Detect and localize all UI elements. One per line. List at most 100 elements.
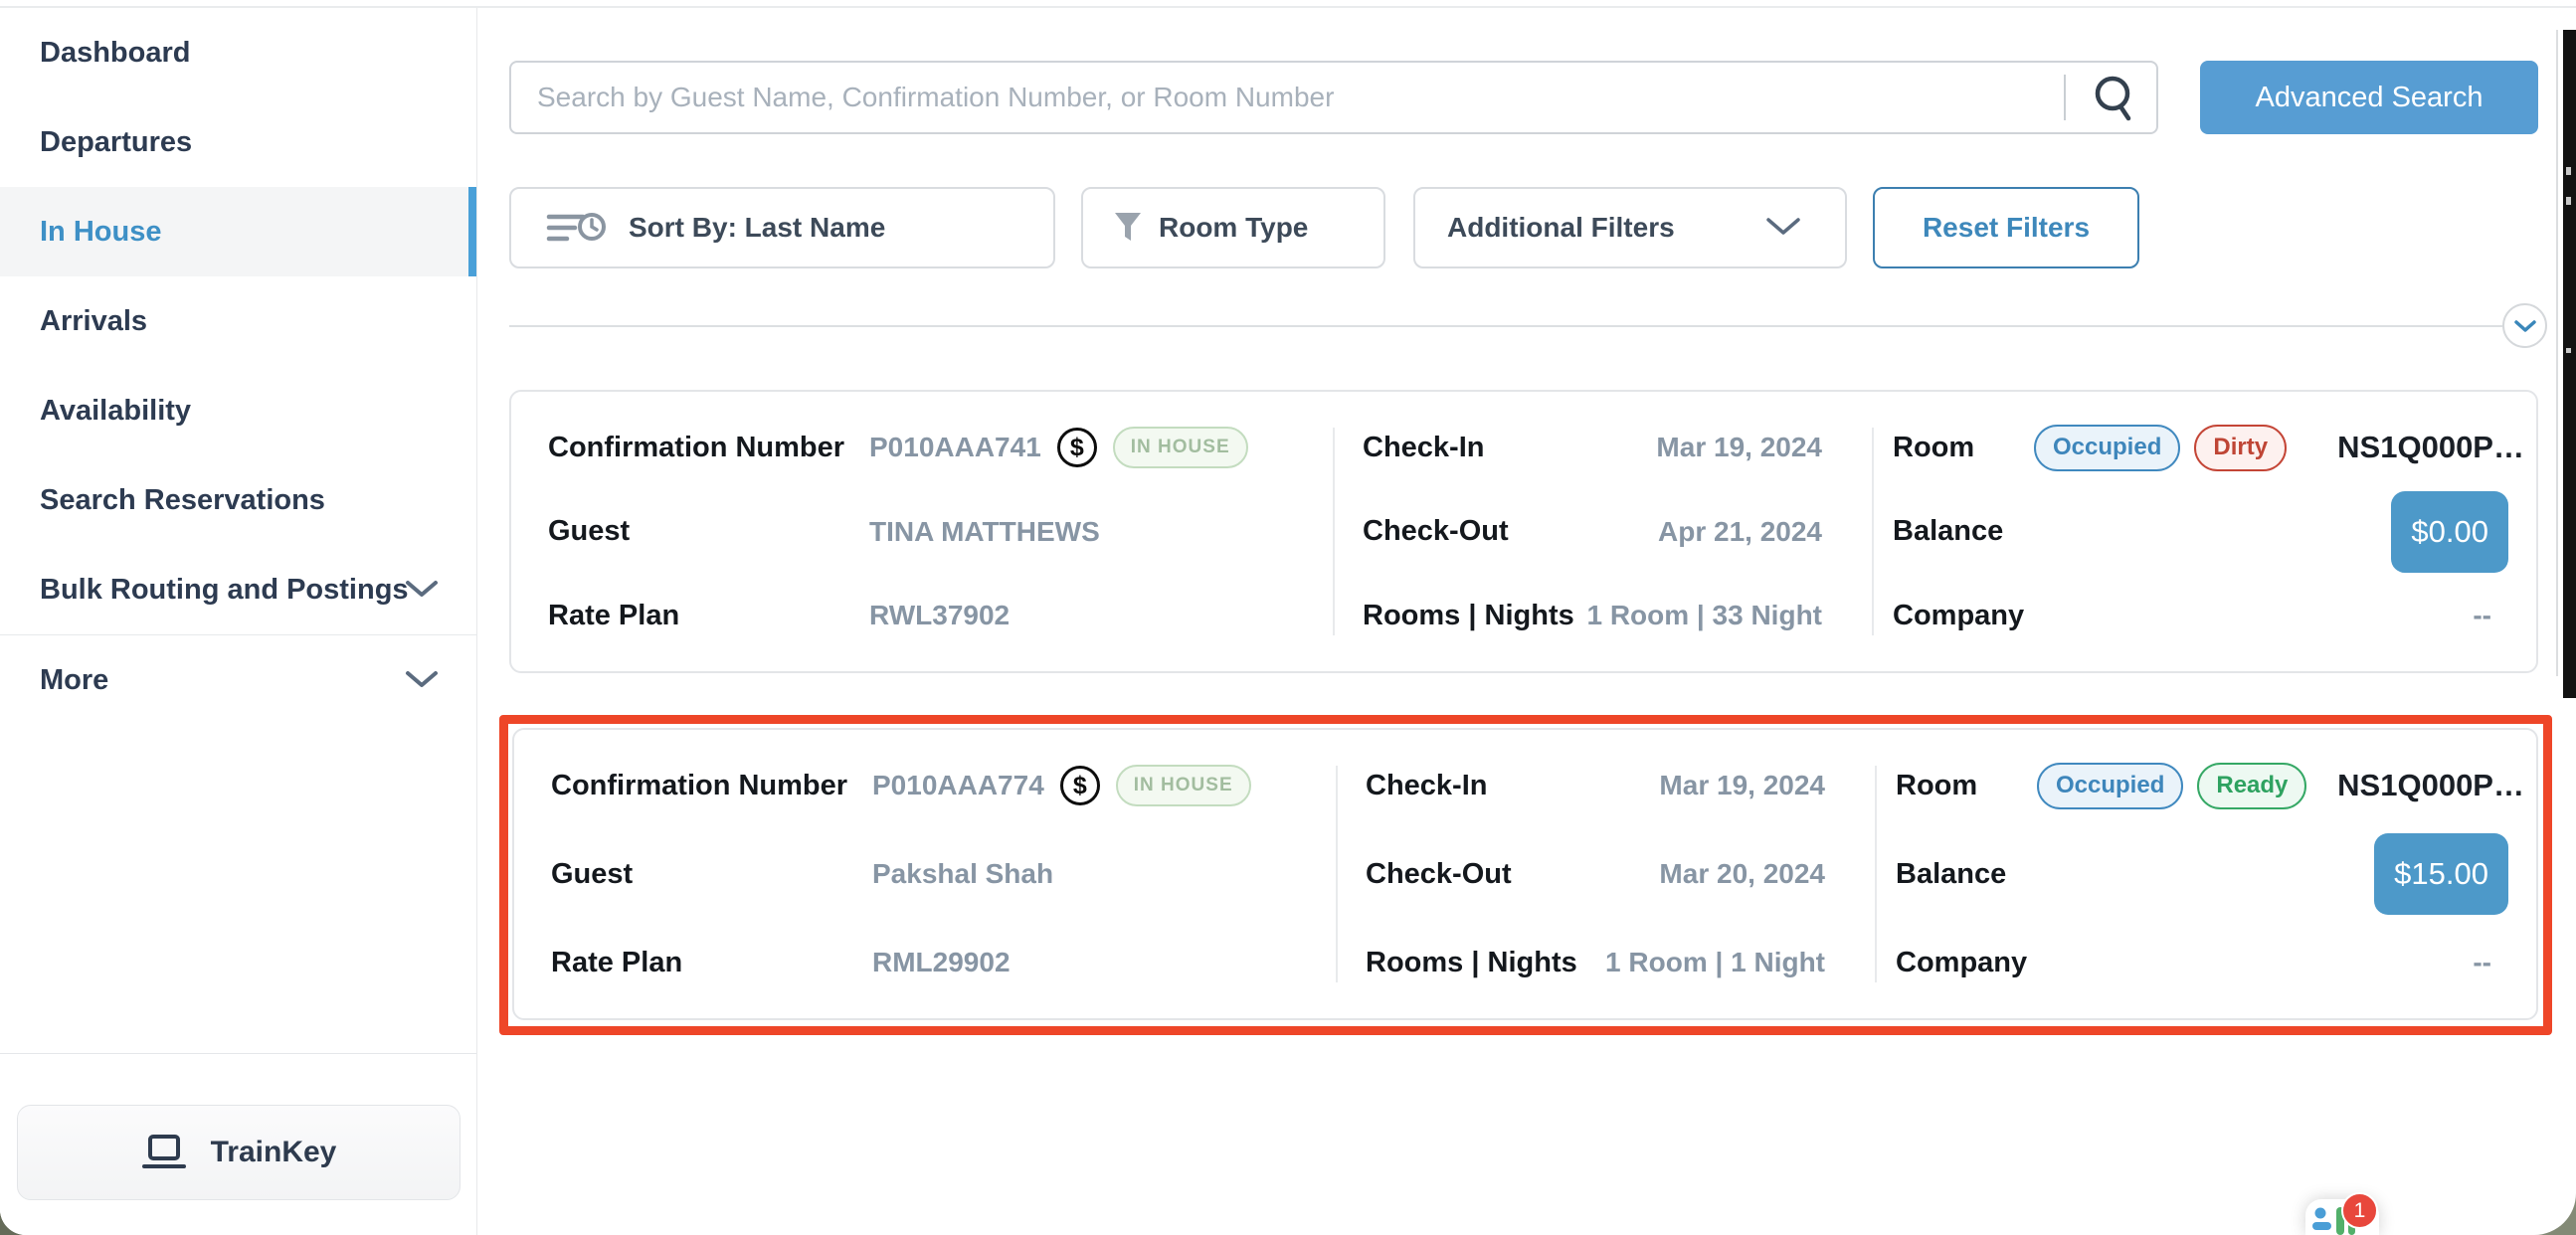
window-edge-line <box>2556 30 2558 676</box>
sort-by-button[interactable]: Sort By: Last Name <box>509 187 1055 268</box>
balance-row: Balance $0.00 <box>1893 491 2536 573</box>
additional-filters-dropdown[interactable]: Additional Filters <box>1413 187 1847 268</box>
guest-label: Guest <box>548 515 869 548</box>
rate-plan-label: Rate Plan <box>551 947 872 979</box>
confirmation-label: Confirmation Number <box>548 432 869 464</box>
room-row: Room Occupied Dirty NS1Q000P… <box>1893 420 2536 475</box>
room-type-button[interactable]: Room Type <box>1081 187 1385 268</box>
advanced-search-button[interactable]: Advanced Search <box>2200 61 2538 134</box>
laptop-icon <box>141 1134 187 1171</box>
sidebar-item-arrivals[interactable]: Arrivals <box>0 276 476 366</box>
rate-plan-value: RML29902 <box>872 947 1011 978</box>
rooms-nights-label: Rooms | Nights <box>1366 947 1577 979</box>
filter-funnel-icon <box>1113 211 1143 245</box>
rate-plan-label: Rate Plan <box>548 600 869 632</box>
balance-button[interactable]: $15.00 <box>2374 833 2508 915</box>
guest-value: TINA MATTHEWS <box>869 516 1100 548</box>
confirmation-row: Confirmation Number P010AAA774 $ IN HOUS… <box>551 758 1336 813</box>
sidebar-item-more[interactable]: More <box>0 635 476 725</box>
rooms-nights-value: 1 Room | 33 Night <box>1586 600 1822 631</box>
status-badge: IN HOUSE <box>1116 765 1251 806</box>
check-out-value: Mar 20, 2024 <box>1659 858 1825 890</box>
company-row: Company -- <box>1896 935 2536 990</box>
card-room-column: Room Occupied Dirty NS1Q000P… Balance $0… <box>1872 392 2536 671</box>
additional-filters-label: Additional Filters <box>1447 212 1675 244</box>
trainkey-button[interactable]: TrainKey <box>17 1105 460 1200</box>
sidebar-item-availability[interactable]: Availability <box>0 366 476 455</box>
chevron-down-icon <box>405 670 439 690</box>
notification-badge: 1 <box>2341 1192 2378 1229</box>
guest-label: Guest <box>551 858 872 891</box>
confirmation-row: Confirmation Number P010AAA741 $ IN HOUS… <box>548 420 1333 475</box>
guest-row: Guest TINA MATTHEWS <box>548 504 1333 560</box>
chevron-down-icon <box>1765 217 1801 239</box>
sidebar-item-search-reservations[interactable]: Search Reservations <box>0 455 476 545</box>
card-identity-column: Confirmation Number P010AAA774 $ IN HOUS… <box>514 730 1336 1018</box>
occupancy-badge: Occupied <box>2034 425 2180 471</box>
sort-icon <box>545 207 609 249</box>
balance-label: Balance <box>1893 515 2003 548</box>
chevron-down-icon <box>2513 319 2537 333</box>
occupancy-badge: Occupied <box>2037 763 2183 809</box>
sort-by-label: Sort By: Last Name <box>629 212 885 244</box>
search-icon[interactable] <box>2089 70 2142 130</box>
sidebar-item-departures[interactable]: Departures <box>0 97 476 187</box>
sidebar-item-label: Search Reservations <box>40 484 325 517</box>
status-badge: IN HOUSE <box>1113 427 1248 468</box>
check-out-row: Check-Out Mar 20, 2024 <box>1366 846 1825 902</box>
card-room-column: Room Occupied Ready NS1Q000P… Balance $1… <box>1875 730 2536 1018</box>
dollar-icon[interactable]: $ <box>1057 428 1097 467</box>
app-window: Dashboard Departures In House Arrivals A… <box>0 0 2576 1235</box>
room-label: Room <box>1896 770 2015 802</box>
rooms-nights-row: Rooms | Nights 1 Room | 33 Night <box>1363 588 1822 643</box>
sidebar-item-label: Dashboard <box>40 37 190 70</box>
rate-plan-value: RWL37902 <box>869 600 1010 631</box>
confirmation-value: P010AAA774 <box>872 770 1044 801</box>
balance-label: Balance <box>1896 858 2006 891</box>
sidebar-item-in-house[interactable]: In House <box>0 187 476 276</box>
check-in-label: Check-In <box>1366 770 1487 802</box>
rate-plan-row: Rate Plan RWL37902 <box>548 588 1333 643</box>
rooms-nights-value: 1 Room | 1 Night <box>1605 947 1825 978</box>
search-divider <box>2064 75 2066 120</box>
sidebar-item-bulk-routing[interactable]: Bulk Routing and Postings <box>0 545 476 634</box>
check-out-label: Check-Out <box>1363 515 1509 548</box>
sidebar-item-dashboard[interactable]: Dashboard <box>0 8 476 97</box>
search-input[interactable] <box>509 61 2158 134</box>
check-in-row: Check-In Mar 19, 2024 <box>1363 420 1822 475</box>
chevron-down-icon <box>405 580 439 600</box>
room-row: Room Occupied Ready NS1Q000P… <box>1896 758 2536 813</box>
company-label: Company <box>1893 600 2024 632</box>
sidebar-item-label: Arrivals <box>40 305 147 338</box>
confirmation-value: P010AAA741 <box>869 432 1041 463</box>
reservation-card[interactable]: Confirmation Number P010AAA774 $ IN HOUS… <box>512 728 2538 1020</box>
room-label: Room <box>1893 432 2012 464</box>
company-row: Company -- <box>1893 588 2536 643</box>
dollar-icon[interactable]: $ <box>1060 766 1100 805</box>
rate-plan-row: Rate Plan RML29902 <box>551 935 1336 990</box>
card-identity-column: Confirmation Number P010AAA741 $ IN HOUS… <box>511 392 1333 671</box>
room-type-label: Room Type <box>1159 212 1308 244</box>
guest-row: Guest Pakshal Shah <box>551 846 1336 902</box>
company-label: Company <box>1896 947 2027 979</box>
room-number: NS1Q000P… <box>2337 430 2524 465</box>
sidebar-item-label: Departures <box>40 126 192 159</box>
balance-button[interactable]: $0.00 <box>2391 491 2508 573</box>
background-window-strip <box>2563 30 2576 698</box>
section-divider <box>509 325 2502 327</box>
sidebar-footer: TrainKey <box>0 1053 476 1235</box>
company-value: -- <box>2473 600 2491 631</box>
check-in-row: Check-In Mar 19, 2024 <box>1366 758 1825 813</box>
check-in-label: Check-In <box>1363 432 1484 464</box>
sidebar: Dashboard Departures In House Arrivals A… <box>0 8 477 1235</box>
sidebar-item-label: Bulk Routing and Postings <box>40 574 409 607</box>
balance-row: Balance $15.00 <box>1896 833 2536 915</box>
collapse-toggle[interactable] <box>2502 303 2547 348</box>
sidebar-item-label: In House <box>40 216 161 249</box>
room-number: NS1Q000P… <box>2337 768 2524 803</box>
guest-value: Pakshal Shah <box>872 858 1053 890</box>
check-out-value: Apr 21, 2024 <box>1658 516 1822 548</box>
reset-filters-button[interactable]: Reset Filters <box>1873 187 2139 268</box>
check-in-value: Mar 19, 2024 <box>1656 432 1822 463</box>
reservation-card[interactable]: Confirmation Number P010AAA741 $ IN HOUS… <box>509 390 2538 673</box>
